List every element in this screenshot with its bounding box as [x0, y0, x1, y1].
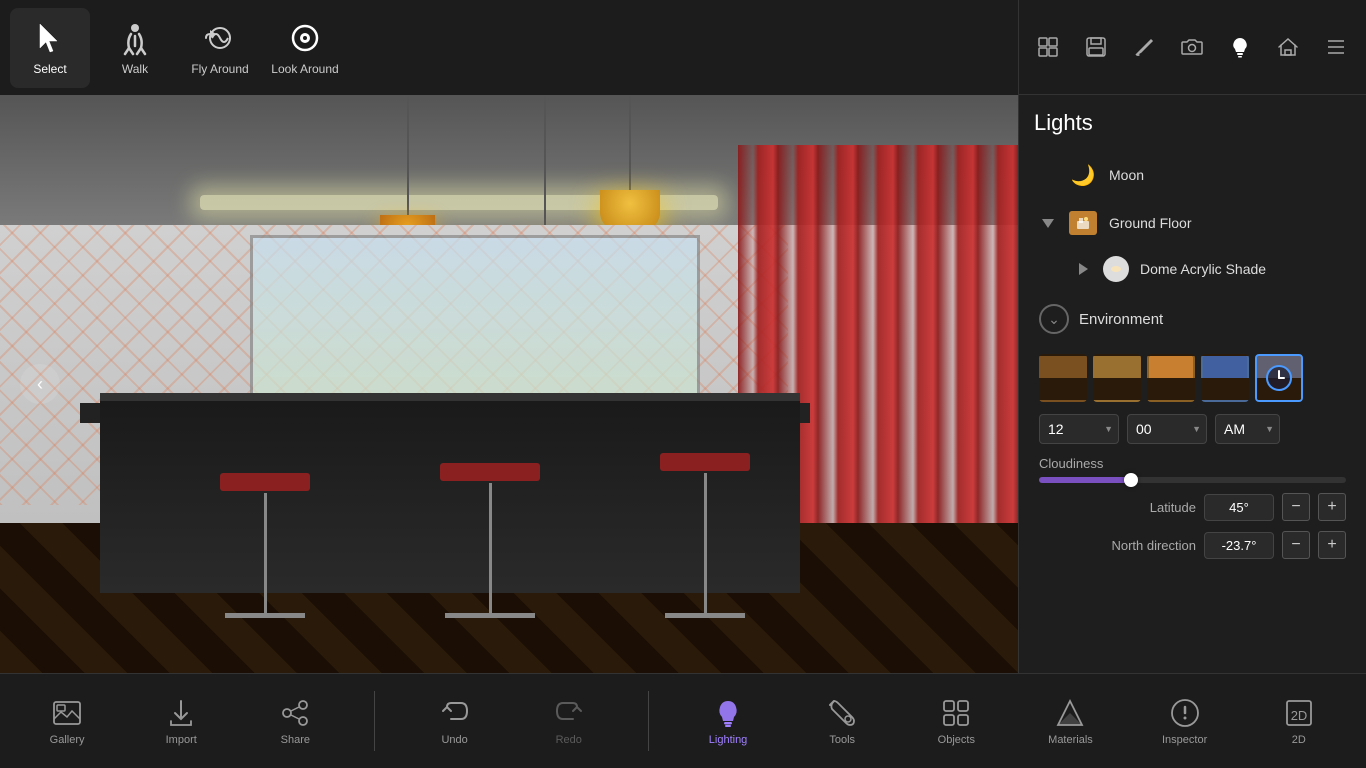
latitude-decrease[interactable]: − [1282, 493, 1310, 521]
materials-label: Materials [1048, 734, 1093, 746]
share-label: Share [281, 734, 310, 746]
tools-label: Tools [829, 734, 855, 746]
panel-icon-save[interactable] [1075, 26, 1117, 68]
north-direction-label: North direction [1039, 538, 1196, 553]
panel-icon-lighting[interactable] [1219, 26, 1261, 68]
sky-preset-4[interactable] [1201, 354, 1249, 402]
fly-around-button[interactable]: Fly Around [180, 8, 260, 88]
moon-expand-icon [1039, 166, 1057, 184]
moon-label: Moon [1109, 167, 1144, 183]
clock-icon [1257, 356, 1301, 400]
gallery-button[interactable]: Gallery [32, 689, 102, 754]
top-toolbar: Select Walk Fly Around Look Around [0, 0, 1018, 95]
tools-button[interactable]: Tools [807, 689, 877, 754]
viewport[interactable]: ‹ [0, 95, 1018, 673]
hour-select[interactable]: 12 123 456 789 1011 [1039, 414, 1119, 444]
light-item-dome[interactable]: Dome Acrylic Shade [1034, 247, 1351, 291]
look-around-label: Look Around [271, 62, 338, 76]
import-button[interactable]: Import [146, 689, 216, 754]
latitude-increase[interactable]: + [1318, 493, 1346, 521]
panel-icon-list[interactable] [1315, 26, 1357, 68]
sky-preset-3[interactable] [1147, 354, 1195, 402]
environment-header[interactable]: ⌄ Environment [1034, 296, 1351, 342]
undo-label: Undo [441, 734, 467, 746]
select-label: Select [33, 62, 66, 76]
ground-floor-icon [1067, 207, 1099, 239]
ground-floor-label: Ground Floor [1109, 215, 1191, 231]
nav-arrow-left[interactable]: ‹ [20, 364, 60, 404]
twod-button[interactable]: 2D 2D [1264, 689, 1334, 754]
fly-around-label: Fly Around [191, 62, 248, 76]
sky-preset-2[interactable] [1093, 354, 1141, 402]
hour-select-wrap: 12 123 456 789 1011 [1039, 414, 1119, 444]
look-around-button[interactable]: Look Around [265, 8, 345, 88]
panel-icon-paint[interactable] [1123, 26, 1165, 68]
lights-title: Lights [1034, 110, 1351, 136]
period-select[interactable]: AM PM [1215, 414, 1280, 444]
latitude-input[interactable] [1204, 494, 1274, 521]
pendant-light-3 [600, 95, 660, 235]
objects-button[interactable]: Objects [921, 689, 991, 754]
time-row: 12 123 456 789 1011 00 153045 AM PM [1039, 414, 1346, 444]
lighting-label: Lighting [709, 734, 748, 746]
north-direction-input[interactable] [1204, 532, 1274, 559]
lights-section: Lights 🌙 Moon Ground Floor [1019, 95, 1366, 584]
divider-2 [648, 691, 649, 751]
inspector-button[interactable]: Inspector [1150, 689, 1220, 754]
dome-icon [1102, 255, 1130, 283]
panel-icon-camera[interactable] [1171, 26, 1213, 68]
bottom-toolbar: Gallery Import Share Undo Redo [0, 673, 1366, 768]
bar-stool-1 [220, 473, 310, 618]
minute-select[interactable]: 00 153045 [1127, 414, 1207, 444]
walk-label: Walk [122, 62, 148, 76]
north-direction-row: North direction − + [1039, 531, 1346, 559]
materials-button[interactable]: Materials [1035, 689, 1105, 754]
redo-button[interactable]: Redo [534, 689, 604, 754]
environment-chevron: ⌄ [1039, 304, 1069, 334]
moon-icon: 🌙 [1067, 159, 1099, 191]
north-direction-increase[interactable]: + [1318, 531, 1346, 559]
inspector-label: Inspector [1162, 734, 1207, 746]
share-button[interactable]: Share [260, 689, 330, 754]
cloudiness-slider[interactable] [1039, 477, 1346, 483]
dome-label: Dome Acrylic Shade [1140, 261, 1266, 277]
bar-stool-3 [660, 453, 750, 618]
redo-label: Redo [556, 734, 582, 746]
latitude-row: Latitude − + [1039, 493, 1346, 521]
sky-presets [1039, 354, 1346, 402]
cloudiness-label: Cloudiness [1039, 456, 1346, 471]
environment-label: Environment [1079, 311, 1163, 328]
period-select-wrap: AM PM [1215, 414, 1280, 444]
light-item-ground-floor[interactable]: Ground Floor [1034, 199, 1351, 247]
ground-floor-expand-icon [1039, 214, 1057, 232]
divider-1 [374, 691, 375, 751]
right-panel: Lights 🌙 Moon Ground Floor [1018, 0, 1366, 673]
latitude-label: Latitude [1039, 500, 1196, 515]
north-direction-decrease[interactable]: − [1282, 531, 1310, 559]
gallery-label: Gallery [50, 734, 85, 746]
panel-icon-home[interactable] [1267, 26, 1309, 68]
sky-preset-1[interactable] [1039, 354, 1087, 402]
svg-text:2D: 2D [1290, 708, 1307, 723]
objects-label: Objects [938, 734, 975, 746]
dome-expand-icon [1074, 260, 1092, 278]
walk-button[interactable]: Walk [95, 8, 175, 88]
sky-preset-5[interactable] [1255, 354, 1303, 402]
bar-stool-2 [440, 463, 540, 618]
undo-button[interactable]: Undo [420, 689, 490, 754]
panel-icon-bar [1019, 0, 1366, 95]
lighting-button[interactable]: Lighting [693, 689, 763, 754]
panel-icon-objects[interactable] [1027, 26, 1069, 68]
import-label: Import [166, 734, 197, 746]
select-button[interactable]: Select [10, 8, 90, 88]
twod-label: 2D [1292, 734, 1306, 746]
light-item-moon[interactable]: 🌙 Moon [1034, 151, 1351, 199]
minute-select-wrap: 00 153045 [1127, 414, 1207, 444]
